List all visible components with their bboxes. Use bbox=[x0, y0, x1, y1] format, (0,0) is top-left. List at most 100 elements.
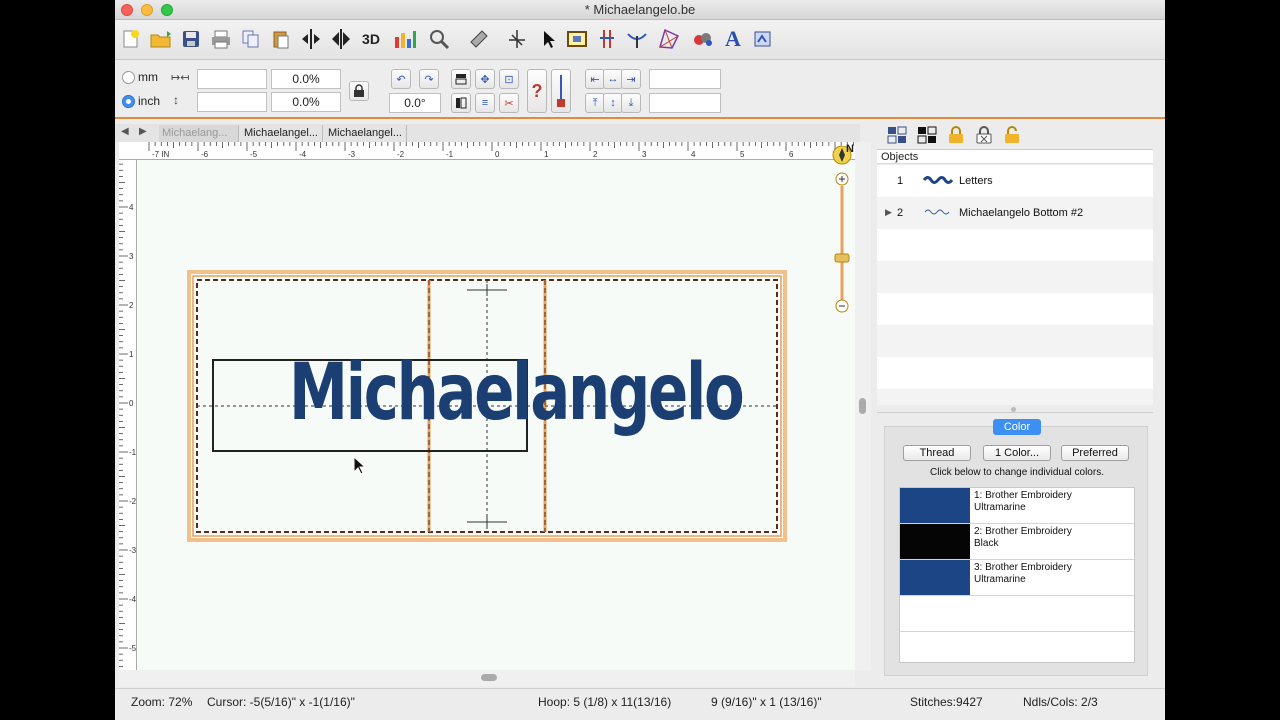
height-percent-field[interactable]: 0.0% bbox=[271, 92, 341, 112]
center-button[interactable]: ✥ bbox=[475, 69, 495, 89]
tab-document-1[interactable]: Michaelang... bbox=[159, 125, 239, 142]
object-row[interactable]: ▶ 2 Michaelangelo Bottom #2 bbox=[877, 197, 1153, 229]
tab-next-button[interactable]: ▶ bbox=[139, 126, 147, 137]
unit-mm-label: mm bbox=[138, 70, 158, 84]
unit-mm-radio[interactable] bbox=[122, 71, 135, 84]
panel-splitter[interactable] bbox=[877, 405, 1153, 413]
center-hoop-button[interactable]: ⊡ bbox=[499, 69, 519, 89]
rotate-left-button[interactable]: ↶ bbox=[391, 69, 411, 89]
ruler-label: -1 bbox=[129, 448, 137, 457]
color-row[interactable]: 1: Brother Embroidery Ultramarine bbox=[900, 488, 1136, 524]
bend-icon[interactable] bbox=[625, 27, 649, 51]
object-name: Letters bbox=[959, 175, 993, 187]
text-icon[interactable]: A bbox=[721, 26, 745, 51]
y-position-field[interactable] bbox=[649, 93, 721, 113]
mirror-horizontal-icon[interactable] bbox=[299, 27, 323, 51]
vertical-scroll-thumb[interactable] bbox=[859, 398, 866, 414]
color-sort-icon[interactable] bbox=[691, 27, 715, 51]
paste-icon[interactable] bbox=[269, 27, 293, 51]
app-window: * Michaelangelo.be 3D A mm inch ↦↤ ↕ 0.0… bbox=[115, 0, 1165, 720]
color-swatch bbox=[900, 524, 970, 559]
cut-button[interactable]: ✂ bbox=[499, 93, 519, 113]
lock-object-icon[interactable] bbox=[947, 126, 965, 149]
align-top-button[interactable] bbox=[451, 69, 471, 89]
ruler-label: -3 bbox=[348, 150, 356, 159]
x-position-field[interactable] bbox=[649, 69, 721, 89]
select-arrow-icon[interactable] bbox=[537, 27, 561, 51]
delete-object-icon[interactable] bbox=[975, 126, 993, 149]
ruler-label: 4 bbox=[129, 203, 134, 212]
new-icon[interactable] bbox=[119, 27, 143, 51]
width-field[interactable] bbox=[197, 69, 267, 89]
rotate-right-button[interactable]: ↷ bbox=[419, 69, 439, 89]
width-percent-field[interactable]: 0.0% bbox=[271, 69, 341, 89]
align-bottom-edge-button[interactable]: ⤓ bbox=[621, 93, 641, 113]
horizontal-scrollbar[interactable] bbox=[119, 670, 855, 686]
compass-label: N bbox=[846, 143, 854, 155]
hoop-icon[interactable] bbox=[565, 27, 589, 51]
ruler-label: 2 bbox=[593, 150, 598, 159]
shape-icon[interactable] bbox=[657, 27, 681, 51]
height-field[interactable] bbox=[197, 92, 267, 112]
tab-document-3[interactable]: Michaelangel... bbox=[325, 125, 407, 142]
thread-button[interactable]: Thread bbox=[903, 445, 971, 461]
ruler-label: 3 bbox=[129, 252, 134, 261]
group-object-icon[interactable] bbox=[917, 126, 937, 149]
design-text[interactable]: Michaelangelo bbox=[289, 348, 745, 438]
object-index: 1 bbox=[897, 175, 904, 187]
design-canvas[interactable]: Michaelangelo bbox=[137, 160, 855, 670]
3d-view-icon[interactable]: 3D bbox=[359, 27, 383, 51]
horizontal-scroll-thumb[interactable] bbox=[481, 674, 497, 681]
design-icon[interactable] bbox=[751, 27, 775, 51]
color-row[interactable]: 2: Brother Embroidery Black bbox=[900, 524, 1136, 560]
stitch-icon[interactable] bbox=[505, 27, 529, 51]
color-row[interactable]: 3: Brother Embroidery Ultramarine bbox=[900, 560, 1136, 596]
help-button[interactable]: ? bbox=[527, 69, 547, 113]
tab-color[interactable]: Color bbox=[993, 419, 1041, 435]
color-hint: Click below to change individual colors. bbox=[930, 467, 1104, 478]
one-color-button[interactable]: 1 Color... bbox=[983, 445, 1051, 461]
save-icon[interactable] bbox=[179, 27, 203, 51]
ruler-label: 0 bbox=[129, 399, 134, 408]
expand-arrow-icon[interactable]: ▶ bbox=[885, 207, 892, 218]
preferred-button[interactable]: Preferred bbox=[1061, 445, 1129, 461]
unlock-object-icon[interactable] bbox=[1003, 126, 1021, 149]
ruler-label: -4 bbox=[299, 150, 307, 159]
lock-aspect-button[interactable] bbox=[349, 81, 369, 101]
tab-prev-button[interactable]: ◀ bbox=[121, 126, 129, 137]
ruler-label: 6 bbox=[789, 150, 794, 159]
rotation-field[interactable]: 0.0° bbox=[389, 93, 441, 113]
zoom-slider[interactable]: N bbox=[830, 143, 854, 316]
right-panel: Objects 1 Letters ▶ 2 Michaelangelo Bott… bbox=[877, 120, 1159, 685]
needle-icon[interactable] bbox=[595, 27, 619, 51]
zoom-icon[interactable] bbox=[427, 27, 451, 51]
align-left-button[interactable] bbox=[451, 93, 471, 113]
objects-toolbar bbox=[877, 120, 1159, 148]
mirror-vertical-icon[interactable] bbox=[329, 27, 353, 51]
thread-needle-button[interactable] bbox=[551, 69, 571, 113]
unit-inch-radio[interactable] bbox=[122, 95, 135, 108]
print-icon[interactable] bbox=[209, 27, 233, 51]
ruler-label: -2 bbox=[129, 497, 137, 506]
align-hcenter-button[interactable]: ↔ bbox=[603, 69, 623, 89]
chart-icon[interactable] bbox=[393, 27, 417, 51]
open-icon[interactable] bbox=[149, 27, 173, 51]
zoom-status: Zoom: 72% bbox=[131, 695, 193, 709]
add-object-icon[interactable] bbox=[887, 126, 907, 149]
vertical-scrollbar[interactable] bbox=[855, 142, 871, 670]
color-name-line2: Ultramarine bbox=[974, 574, 1026, 585]
align-right-edge-button[interactable]: ⇥ bbox=[621, 69, 641, 89]
align-left-icon bbox=[456, 97, 467, 109]
align-icon bbox=[455, 74, 467, 85]
tab-document-2[interactable]: Michaelangel... bbox=[241, 125, 323, 142]
object-row[interactable]: 1 Letters bbox=[877, 165, 1153, 197]
color-swatch bbox=[900, 560, 970, 595]
align-left-edge-button[interactable]: ⇤ bbox=[585, 69, 605, 89]
copy-icon[interactable] bbox=[239, 27, 263, 51]
distribute-button[interactable]: ≡ bbox=[475, 93, 495, 113]
objects-header: Objects bbox=[877, 149, 1153, 164]
align-top-edge-button[interactable]: ⤒ bbox=[585, 93, 605, 113]
needles-status: Ndls/Cols: 2/3 bbox=[1023, 695, 1098, 709]
align-vcenter-button[interactable]: ↕ bbox=[603, 93, 623, 113]
ruler-icon[interactable] bbox=[467, 27, 491, 51]
